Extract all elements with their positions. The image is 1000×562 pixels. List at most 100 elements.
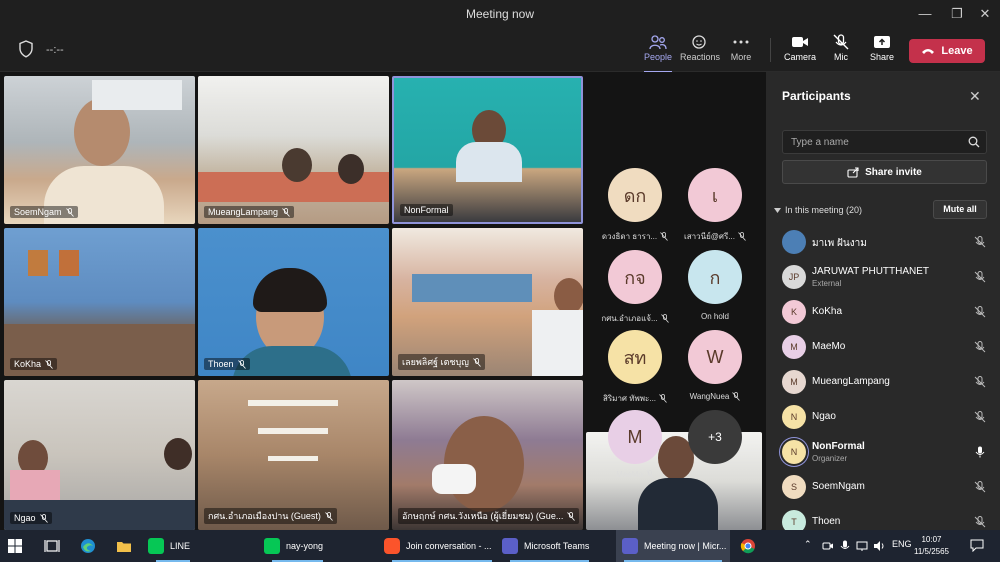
close-window-button[interactable]: ✕: [970, 4, 1000, 24]
network-icon[interactable]: [856, 540, 868, 552]
participant-row[interactable]: K KoKha: [766, 295, 1000, 330]
mic-label: Mic: [834, 52, 848, 62]
participant-name: Thoen: [812, 516, 841, 527]
people-button[interactable]: People: [636, 34, 680, 73]
maximize-button[interactable]: ❐: [942, 4, 972, 24]
system-clock[interactable]: 10:07 11/5/2565: [914, 534, 949, 558]
mute-all-button[interactable]: Mute all: [933, 200, 987, 219]
close-panel-icon[interactable]: ✕: [969, 88, 981, 105]
brave-taskbar-button[interactable]: Join conversation - ...: [384, 530, 500, 562]
participant-avatar[interactable]: ดก: [608, 168, 662, 222]
notifications-icon[interactable]: [970, 539, 984, 552]
participant-role: External: [812, 279, 842, 288]
participant-name: KoKha: [812, 306, 843, 317]
line-app-icon: [264, 538, 280, 554]
teams-icon: [622, 538, 638, 554]
camera-label: Camera: [783, 52, 816, 62]
leave-button[interactable]: Leave: [909, 39, 985, 63]
participant-row[interactable]: JP JARUWAT PHUTTHANET External: [766, 260, 1000, 295]
show-hidden-icons-icon[interactable]: ⌃: [804, 539, 812, 550]
participant-name: SoemNgam: [812, 481, 865, 492]
video-tile[interactable]: เลยพลิศฐ์ เตชบุญ: [392, 228, 583, 376]
mic-button[interactable]: Mic: [819, 34, 863, 68]
participant-avatar[interactable]: เ: [688, 168, 742, 222]
participant-row[interactable]: N Ngao: [766, 400, 1000, 435]
line-taskbar-button[interactable]: LINE: [148, 530, 198, 562]
video-tile[interactable]: SoemNgam: [4, 76, 195, 224]
leave-label: Leave: [941, 45, 973, 57]
nay-yong-taskbar-button[interactable]: nay-yong: [264, 530, 331, 562]
brave-icon: [384, 538, 400, 554]
title-bar: Meeting now — ❐ ✕: [0, 0, 1000, 28]
mic-off-icon: [732, 392, 741, 401]
edge-taskbar-button[interactable]: [80, 530, 96, 562]
participant-list: มาเพ ฝันงาม JP JARUWAT PHUTTHANET Extern…: [766, 225, 1000, 540]
window-title: Meeting now: [465, 7, 535, 21]
people-icon: [649, 35, 667, 50]
tile-name: MueangLampang: [204, 206, 295, 218]
camera-button[interactable]: Camera: [778, 34, 822, 68]
reactions-button[interactable]: Reactions: [678, 34, 722, 68]
more-participants-avatar[interactable]: +3: [688, 410, 742, 464]
mic-off-icon: [974, 306, 986, 318]
phone-hangup-icon: [922, 49, 935, 54]
participant-row[interactable]: M MaeMo: [766, 330, 1000, 365]
avatar: JP: [782, 265, 806, 289]
video-tile[interactable]: อักษฤกษ์ กศน.วังเหนือ (ผู้เยี่ยมชม) (Gue…: [392, 380, 583, 530]
shield-icon: [19, 40, 33, 58]
taskbar: LINE nay-yong Join conversation - ... Mi…: [0, 530, 1000, 562]
task-view-button[interactable]: [44, 530, 60, 562]
mic-off-icon: [237, 359, 246, 369]
teams-taskbar-button[interactable]: Microsoft Teams: [502, 530, 597, 562]
more-button[interactable]: More: [719, 34, 763, 68]
meeting-taskbar-button[interactable]: Meeting now | Micr...: [616, 530, 730, 562]
reactions-icon: [692, 35, 706, 49]
chrome-taskbar-button[interactable]: [740, 530, 756, 562]
mic-off-icon: [39, 513, 48, 523]
meet-now-icon[interactable]: [822, 540, 834, 552]
mic-off-icon: [567, 511, 576, 521]
participant-avatar[interactable]: กจ: [608, 250, 662, 304]
meeting-timer: --:--: [46, 44, 64, 56]
avatar: [782, 230, 806, 254]
video-tile[interactable]: KoKha: [4, 228, 195, 376]
toolbar-divider: [770, 38, 771, 62]
language-indicator[interactable]: ENG: [892, 539, 912, 549]
avatar: M: [782, 335, 806, 359]
participant-row[interactable]: S SoemNgam: [766, 470, 1000, 505]
chrome-icon: [740, 539, 755, 554]
participant-row[interactable]: M MueangLampang: [766, 365, 1000, 400]
start-button[interactable]: [8, 530, 22, 562]
share-invite-button[interactable]: Share invite: [782, 160, 987, 184]
avatar-name: MaeMo: [595, 470, 675, 479]
participant-row[interactable]: N NonFormal Organizer: [766, 435, 1000, 470]
microphone-icon[interactable]: [840, 540, 850, 552]
participant-avatar[interactable]: สท: [608, 330, 662, 384]
share-button[interactable]: Share: [860, 34, 904, 68]
video-tile-active-speaker[interactable]: NonFormal: [392, 76, 583, 224]
avatar: K: [782, 300, 806, 324]
file-explorer-taskbar-button[interactable]: [116, 530, 132, 562]
volume-icon[interactable]: [873, 540, 885, 552]
participant-avatar[interactable]: ก: [688, 250, 742, 304]
teams-icon: [502, 538, 518, 554]
participant-avatar[interactable]: W: [688, 330, 742, 384]
avatar-name: WangNuea: [675, 392, 755, 401]
participants-panel: Participants ✕ Share invite In this meet…: [766, 72, 1000, 534]
video-tile[interactable]: Ngao: [4, 380, 195, 530]
mic-off-icon: [974, 376, 986, 388]
participant-search[interactable]: [782, 130, 987, 154]
video-tile[interactable]: กศน.อำเภอเมืองปาน (Guest): [198, 380, 389, 530]
chevron-down-icon: [774, 207, 781, 213]
participant-row[interactable]: มาเพ ฝันงาม: [766, 225, 1000, 260]
search-input[interactable]: [783, 131, 953, 153]
mic-off-icon: [325, 511, 333, 521]
minimize-button[interactable]: —: [910, 4, 940, 24]
avatar-name: On hold: [700, 312, 730, 321]
video-tile[interactable]: MueangLampang: [198, 76, 389, 224]
in-meeting-header[interactable]: In this meeting (20): [774, 205, 862, 215]
reactions-label: Reactions: [679, 52, 721, 62]
avatar: N: [782, 405, 806, 429]
video-tile[interactable]: Thoen: [198, 228, 389, 376]
participant-avatar[interactable]: M: [608, 410, 662, 464]
